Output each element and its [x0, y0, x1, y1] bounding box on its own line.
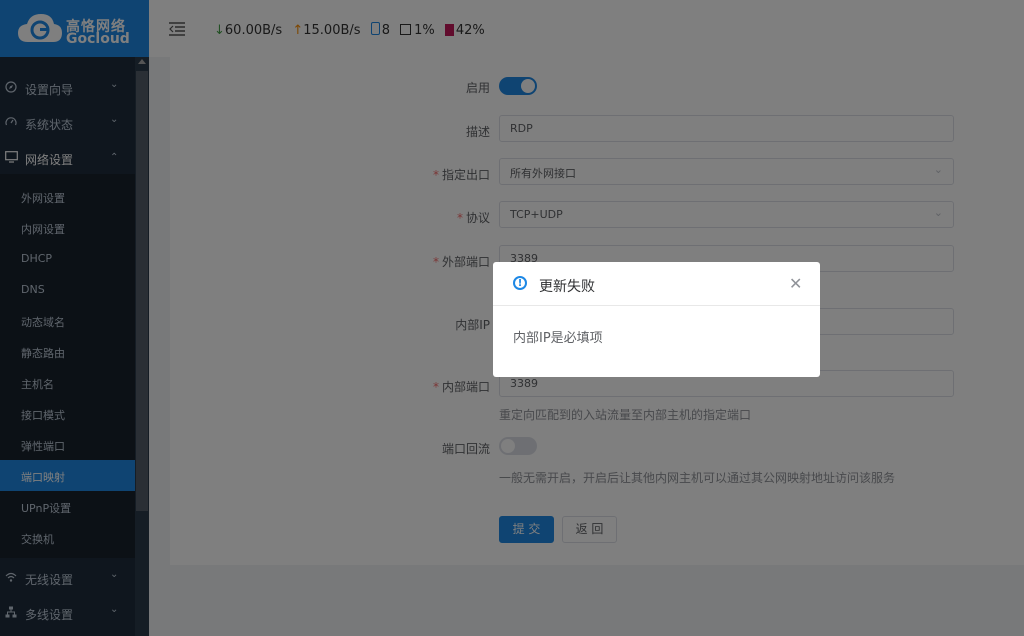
dialog-header: ! 更新失败 ✕	[493, 262, 820, 306]
dialog-message: 内部IP是必填项	[513, 331, 603, 346]
close-icon[interactable]: ✕	[789, 276, 802, 292]
info-icon: !	[513, 276, 527, 290]
error-dialog: ! 更新失败 ✕ 内部IP是必填项	[493, 262, 820, 377]
dialog-title: 更新失败	[539, 279, 595, 295]
